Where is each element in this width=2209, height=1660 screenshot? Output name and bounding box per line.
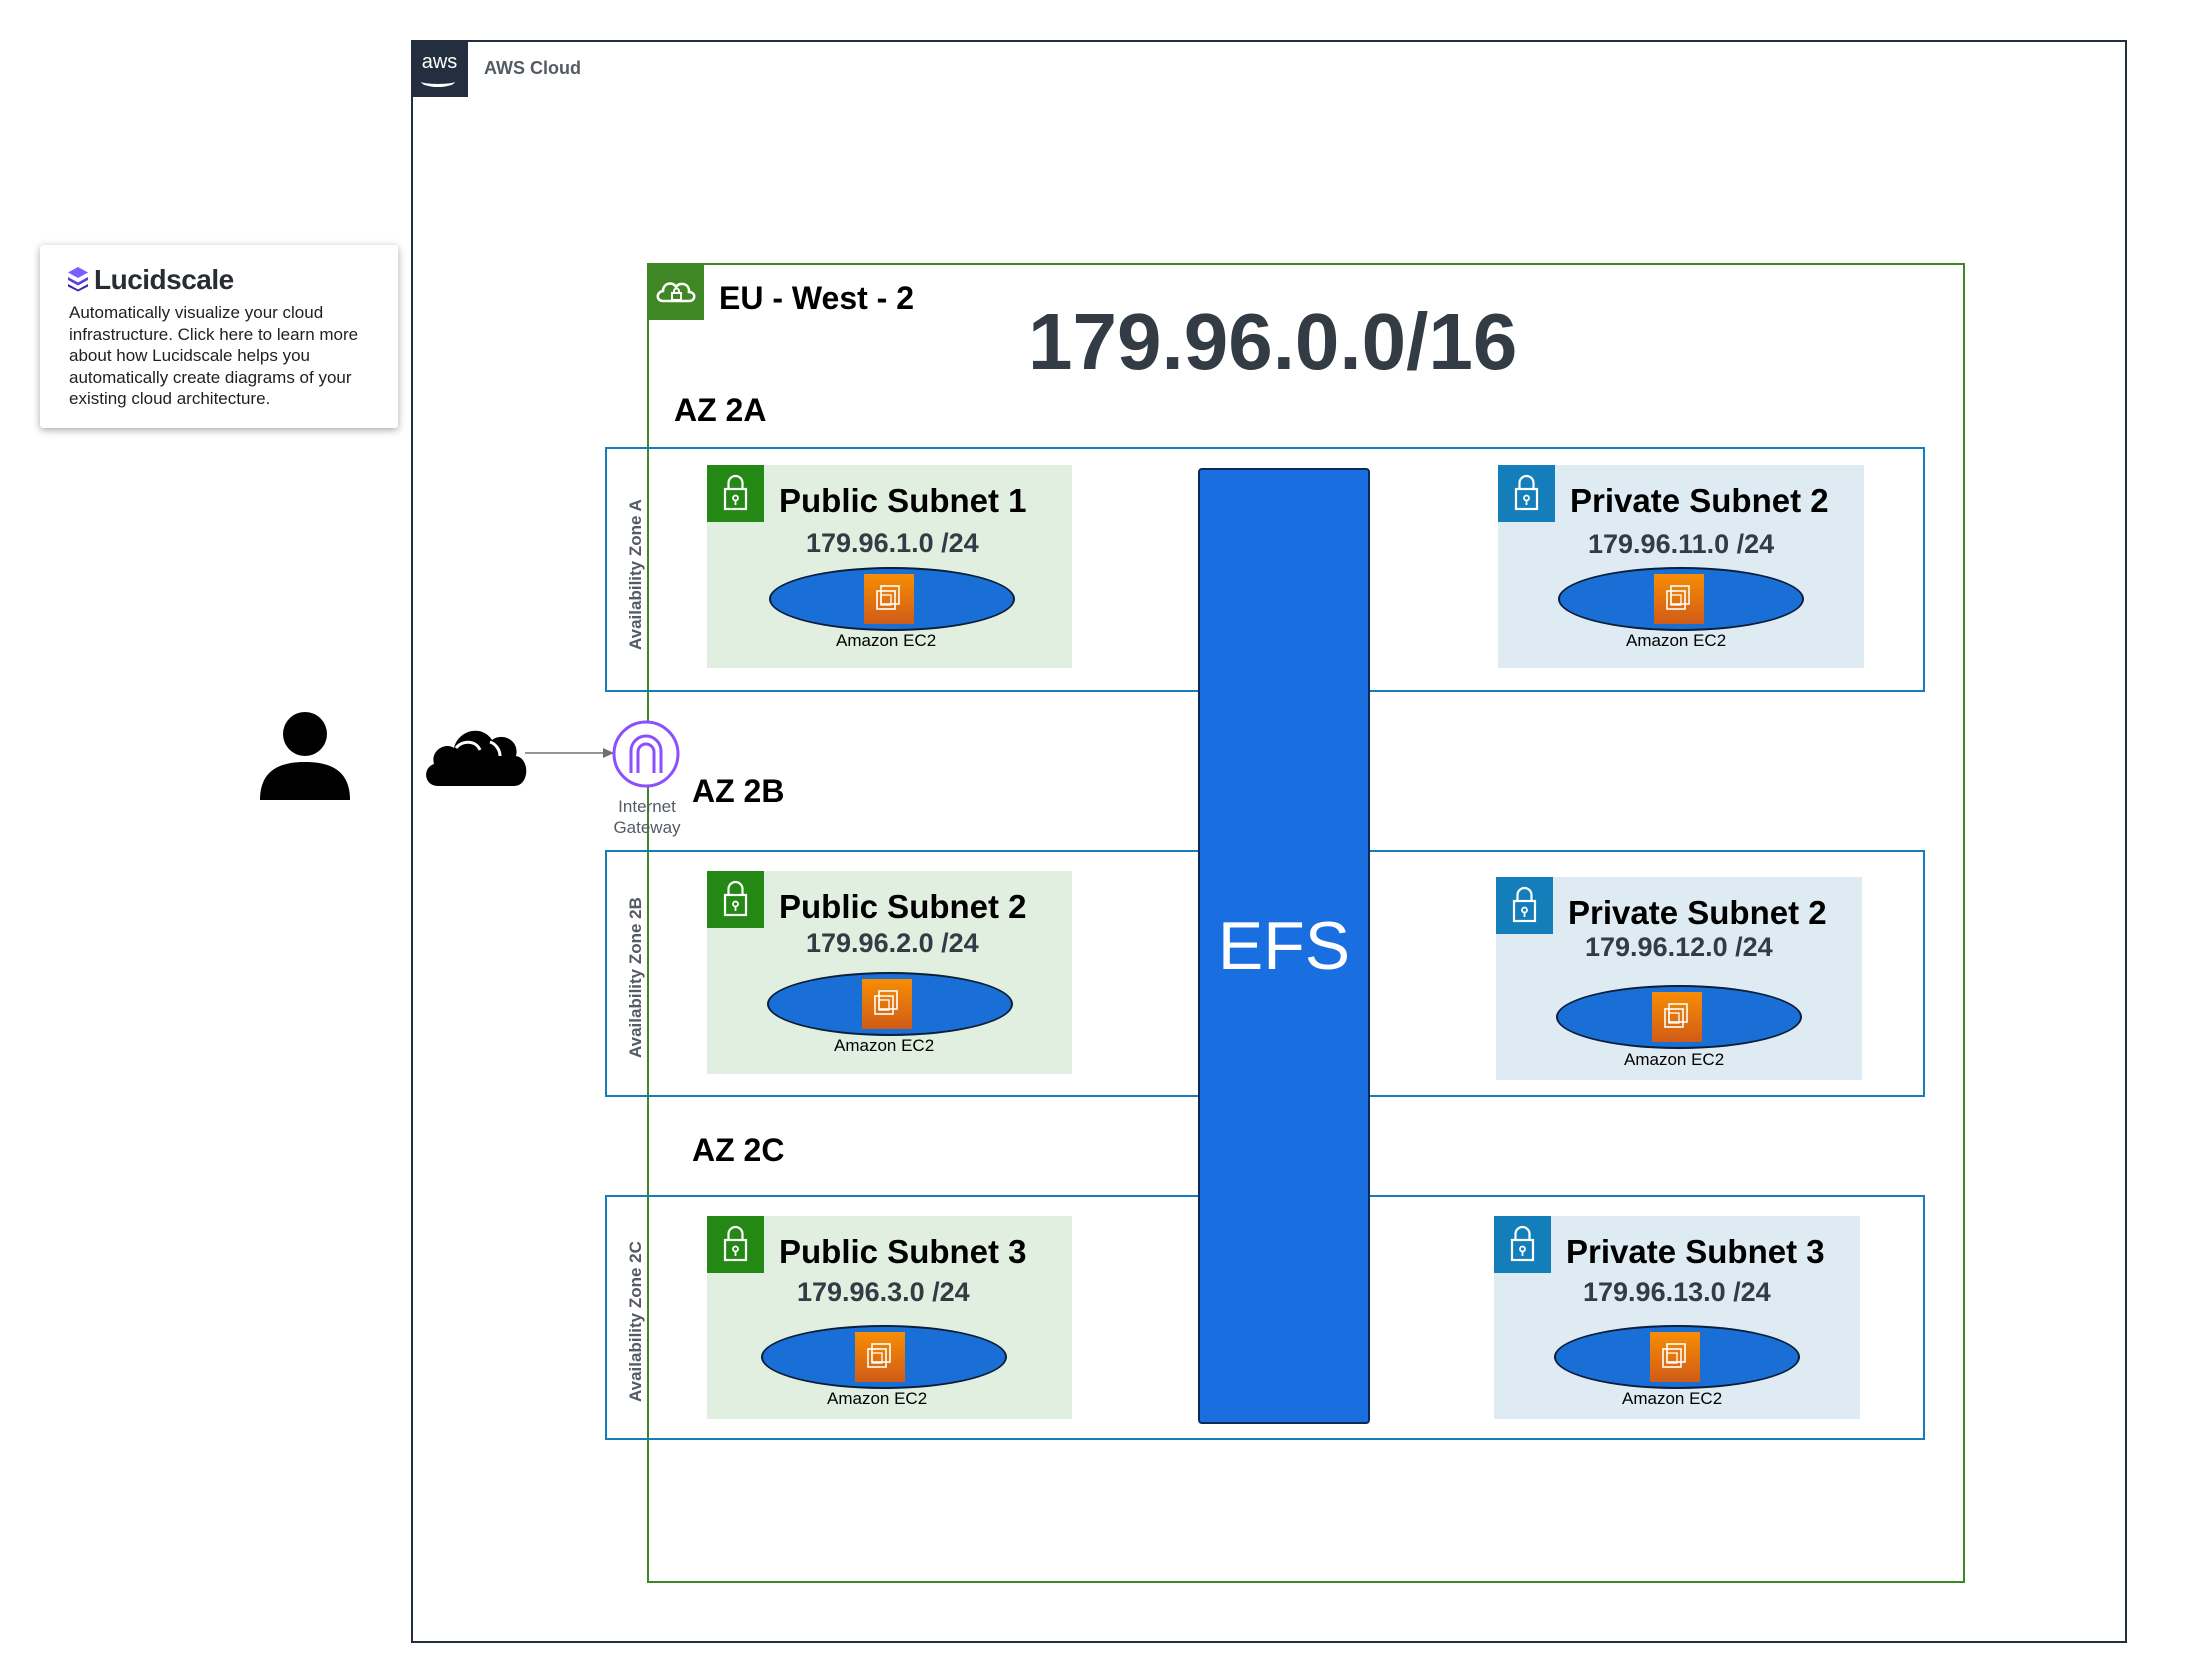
ec2-icon — [1654, 574, 1704, 624]
lock-icon — [1496, 877, 1553, 934]
lucidscale-name: Lucidscale — [94, 264, 234, 295]
ec2-icon — [862, 979, 912, 1029]
region-label: EU - West - 2 — [719, 280, 914, 316]
ec2-icon — [1650, 1332, 1700, 1382]
az-label-2b: AZ 2B — [692, 773, 785, 809]
ec2-label: Amazon EC2 — [834, 1036, 935, 1055]
vpc-cidr: 179.96.0.0/16 — [1028, 297, 1518, 386]
internet-gateway-label: Internet Gateway — [613, 797, 681, 837]
lock-icon — [707, 465, 764, 522]
az-vertical-label-2c: Availability Zone 2C — [626, 1241, 645, 1402]
ec2-label: Amazon EC2 — [1622, 1389, 1723, 1408]
ec2-icon — [855, 1332, 905, 1382]
ec2-label: Amazon EC2 — [827, 1389, 928, 1408]
efs-storage[interactable]: EFS — [1198, 468, 1370, 1424]
subnet-cidr: 179.96.1.0 /24 — [806, 528, 979, 558]
ec2-icon — [864, 574, 914, 624]
ec2-label: Amazon EC2 — [1624, 1050, 1725, 1069]
subnet-title: Private Subnet 2 — [1568, 894, 1827, 931]
subnet-cidr: 179.96.2.0 /24 — [806, 928, 979, 958]
region-cloud-icon — [647, 263, 704, 320]
lock-icon — [1494, 1216, 1551, 1273]
user-icon — [260, 712, 350, 800]
subnet-cidr: 179.96.12.0 /24 — [1585, 932, 1773, 962]
az-vertical-label-2b: Availability Zone 2B — [626, 897, 645, 1058]
subnet-cidr: 179.96.11.0 /24 — [1588, 529, 1775, 559]
subnet-title: Public Subnet 3 — [779, 1233, 1027, 1270]
aws-cloud-label: AWS Cloud — [484, 58, 581, 78]
subnet-title: Private Subnet 2 — [1570, 482, 1829, 519]
lucidscale-description[interactable]: Automatically visualize your cloud infra… — [69, 302, 389, 410]
ec2-icon — [1652, 992, 1702, 1042]
subnet-title: Public Subnet 2 — [779, 888, 1027, 925]
subnet-title: Private Subnet 3 — [1566, 1233, 1825, 1270]
ec2-label: Amazon EC2 — [836, 631, 937, 650]
connection-arrow — [525, 748, 614, 758]
ec2-label: Amazon EC2 — [1626, 631, 1727, 650]
az-label-2a: AZ 2A — [674, 392, 767, 428]
lock-icon — [707, 1216, 764, 1273]
efs-label: EFS — [1217, 908, 1351, 984]
internet-cloud-icon — [426, 730, 527, 786]
aws-logo-icon: aws — [411, 40, 468, 97]
subnet-cidr: 179.96.3.0 /24 — [797, 1277, 970, 1307]
lock-icon — [1498, 465, 1555, 522]
internet-gateway-icon[interactable] — [611, 719, 681, 789]
az-label-2c: AZ 2C — [692, 1132, 785, 1168]
subnet-title: Public Subnet 1 — [779, 482, 1027, 519]
lock-icon — [707, 871, 764, 928]
subnet-cidr: 179.96.13.0 /24 — [1583, 1277, 1771, 1307]
az-vertical-label-a: Availability Zone A — [626, 499, 645, 650]
lucidscale-logo-icon — [68, 267, 88, 292]
